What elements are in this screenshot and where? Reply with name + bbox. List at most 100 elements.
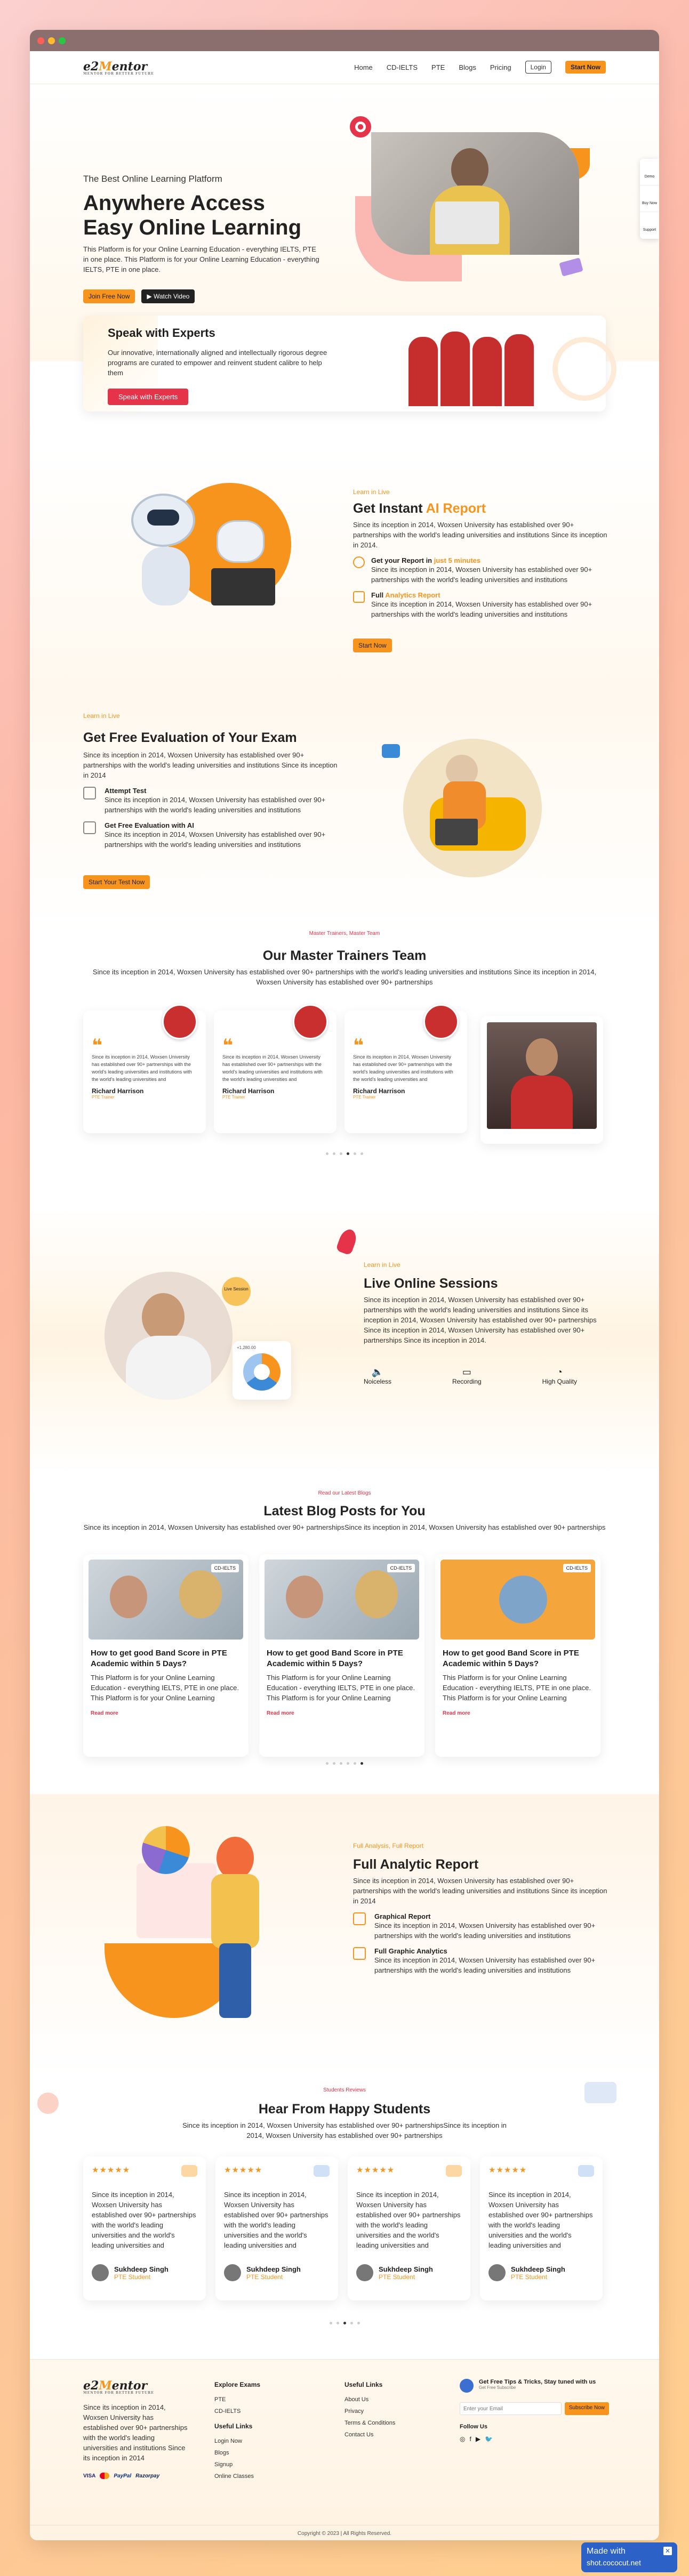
eval-title: Get Free Evaluation of Your Exam <box>83 730 297 745</box>
razorpay-logo: Razorpay <box>135 2473 160 2479</box>
useful-title: Useful Links <box>214 2422 253 2430</box>
carousel-dot[interactable] <box>326 1152 329 1155</box>
footer-link-cd-ielts[interactable]: CD-IELTS <box>214 2405 260 2417</box>
footer-link-pte[interactable]: PTE <box>214 2394 260 2405</box>
blog-read-more[interactable]: Read more <box>267 1710 417 1716</box>
nav-blogs[interactable]: Blogs <box>459 63 476 71</box>
review-card: ★★★★★ Since its inception in 2014, Woxse… <box>348 2157 470 2300</box>
carousel-dot[interactable] <box>333 1152 335 1155</box>
footer-link-terms[interactable]: Terms & Conditions <box>345 2417 395 2429</box>
analytic-section: Full Analysis, Full Report Full Analytic… <box>30 1794 659 2077</box>
blog-post-title[interactable]: How to get good Band Score in PTE Academ… <box>267 1648 417 1669</box>
carousel-dot[interactable] <box>350 2322 353 2324</box>
carousel-dot[interactable] <box>326 1762 329 1765</box>
window-titlebar <box>30 30 659 51</box>
play-icon: ▶ <box>147 293 154 300</box>
login-button[interactable]: Login <box>525 61 551 74</box>
footer-link-contact[interactable]: Contact Us <box>345 2429 395 2441</box>
live-stat-text: +1,280.00 <box>237 1345 256 1350</box>
made-with-site: shot.cococut.net <box>587 2558 641 2567</box>
nav-pte[interactable]: PTE <box>431 63 445 71</box>
trainer-featured-card[interactable] <box>480 1016 603 1144</box>
join-free-button[interactable]: Join Free Now <box>83 289 135 303</box>
blog-carousel-dots[interactable] <box>30 1762 659 1765</box>
side-widget-bar: Demo Buy Now Support <box>640 159 659 239</box>
close-badge-icon[interactable]: ✕ <box>663 2547 672 2555</box>
analytics-icon <box>353 591 365 603</box>
blog-read-more[interactable]: Read more <box>443 1710 593 1716</box>
review-text: Since its inception in 2014, Woxsen Univ… <box>488 2191 593 2249</box>
carousel-dot-active[interactable] <box>347 1152 349 1155</box>
blog-card[interactable]: CD-IELTS How to get good Band Score in P… <box>435 1554 600 1757</box>
made-with-badge[interactable]: Made with ✕ shot.cococut.net <box>581 2542 677 2572</box>
carousel-dot[interactable] <box>354 1762 356 1765</box>
copyright: Copyright © 2023 | All Rights Reserved. <box>30 2525 659 2537</box>
site-logo[interactable]: e2Mentor MENTOR FOR BETTER FUTURE <box>83 60 154 76</box>
carousel-dot-active[interactable] <box>360 1762 363 1765</box>
analytic-title: Full Analytic Report <box>353 1857 479 1872</box>
footer-logo[interactable]: e2Mentor MENTOR FOR BETTER FUTURE <box>83 2379 190 2395</box>
trainers-title: Our Master Trainers Team <box>262 948 427 963</box>
trainers-eyebrow: Master Trainers, Master Team <box>309 931 380 936</box>
footer-link-signup[interactable]: Signup <box>214 2459 260 2470</box>
hero-title-line1: Anywhere Access <box>83 191 265 215</box>
blog-post-title[interactable]: How to get good Band Score in PTE Academ… <box>91 1648 241 1669</box>
newsletter-icon <box>460 2379 474 2393</box>
carousel-dot[interactable] <box>357 2322 360 2324</box>
minimize-window-icon[interactable] <box>48 37 55 44</box>
experts-image <box>408 332 542 406</box>
newsletter-email-input[interactable] <box>460 2402 562 2415</box>
footer-link-blogs[interactable]: Blogs <box>214 2447 260 2459</box>
instagram-icon[interactable]: ◎ <box>460 2435 465 2443</box>
robot-illustration <box>110 478 313 616</box>
carousel-dot[interactable] <box>347 1762 349 1765</box>
watch-video-button[interactable]: ▶ Watch Video <box>141 289 195 303</box>
footer-link-login[interactable]: Login Now <box>214 2435 260 2447</box>
carousel-dot[interactable] <box>340 1152 342 1155</box>
trainers-carousel-dots[interactable] <box>30 1152 659 1155</box>
watch-video-label: Watch Video <box>153 293 190 300</box>
carousel-dot[interactable] <box>354 1152 356 1155</box>
carousel-dot[interactable] <box>340 1762 342 1765</box>
footer-link-privacy[interactable]: Privacy <box>345 2405 395 2417</box>
analytic-description: Since its inception in 2014, Woxsen Univ… <box>353 1877 607 1905</box>
nav-pricing[interactable]: Pricing <box>490 63 511 71</box>
footer-link-online-classes[interactable]: Online Classes <box>214 2470 260 2482</box>
blog-card[interactable]: CD-IELTS How to get good Band Score in P… <box>83 1554 249 1757</box>
carousel-dot[interactable] <box>360 1152 363 1155</box>
nav-home[interactable]: Home <box>354 63 373 71</box>
reviews-section: Students Reviews Hear From Happy Student… <box>30 2077 659 2359</box>
blog-post-desc: This Platform is for your Online Learnin… <box>91 1674 239 1702</box>
trainer-quote: Since its inception in 2014, Woxsen Univ… <box>353 1054 453 1082</box>
subscribe-button[interactable]: Subscribe Now <box>564 2402 609 2415</box>
start-test-button[interactable]: Start Your Test Now <box>83 875 150 889</box>
youtube-icon[interactable]: ▶ <box>476 2435 480 2443</box>
facebook-icon[interactable]: f <box>469 2435 471 2443</box>
close-window-icon[interactable] <box>37 37 44 44</box>
carousel-dot-active[interactable] <box>343 2322 346 2324</box>
speak-experts-button[interactable]: Speak with Experts <box>108 389 189 405</box>
blog-post-title[interactable]: How to get good Band Score in PTE Academ… <box>443 1648 593 1669</box>
blog-card[interactable]: CD-IELTS How to get good Band Score in P… <box>259 1554 424 1757</box>
support-widget[interactable]: Support <box>640 212 659 239</box>
hero-title-line2: Easy Online Learning <box>83 216 302 239</box>
nav-cd-ielts[interactable]: CD-IELTS <box>387 63 418 71</box>
ai-start-now-button[interactable]: Start Now <box>353 639 392 652</box>
student-name: Sukhdeep Singh <box>246 2265 301 2273</box>
start-now-button[interactable]: Start Now <box>565 61 606 74</box>
review-card: ★★★★★ Since its inception in 2014, Woxse… <box>83 2157 206 2300</box>
ai-icon <box>83 821 96 834</box>
demo-widget[interactable]: Demo <box>640 159 659 185</box>
reviews-carousel-dots[interactable] <box>30 2322 659 2324</box>
speaker-icon: 🔈 <box>371 1367 384 1377</box>
quote-badge-icon <box>314 2165 330 2177</box>
carousel-dot[interactable] <box>336 2322 339 2324</box>
twitter-icon[interactable]: 🐦 <box>485 2435 493 2443</box>
footer-link-about[interactable]: About Us <box>345 2394 395 2405</box>
blog-post-desc: This Platform is for your Online Learnin… <box>443 1674 591 1702</box>
carousel-dot[interactable] <box>329 2322 332 2324</box>
maximize-window-icon[interactable] <box>59 37 66 44</box>
blog-read-more[interactable]: Read more <box>91 1710 241 1716</box>
buy-now-widget[interactable]: Buy Now <box>640 185 659 212</box>
carousel-dot[interactable] <box>333 1762 335 1765</box>
